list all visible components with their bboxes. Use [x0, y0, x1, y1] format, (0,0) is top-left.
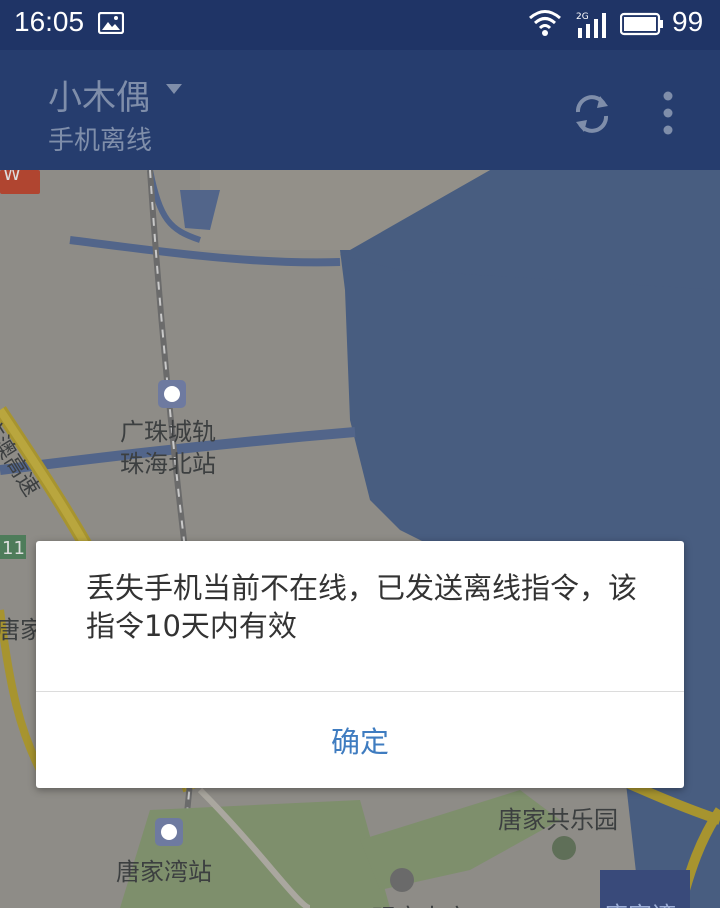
confirm-button[interactable]: 确定 [36, 692, 684, 788]
dialog-message: 丢失手机当前不在线，已发送离线指令，该指令10天内有效 [86, 571, 638, 643]
offline-alert-dialog: 丢失手机当前不在线，已发送离线指令，该指令10天内有效 确定 [36, 541, 684, 788]
